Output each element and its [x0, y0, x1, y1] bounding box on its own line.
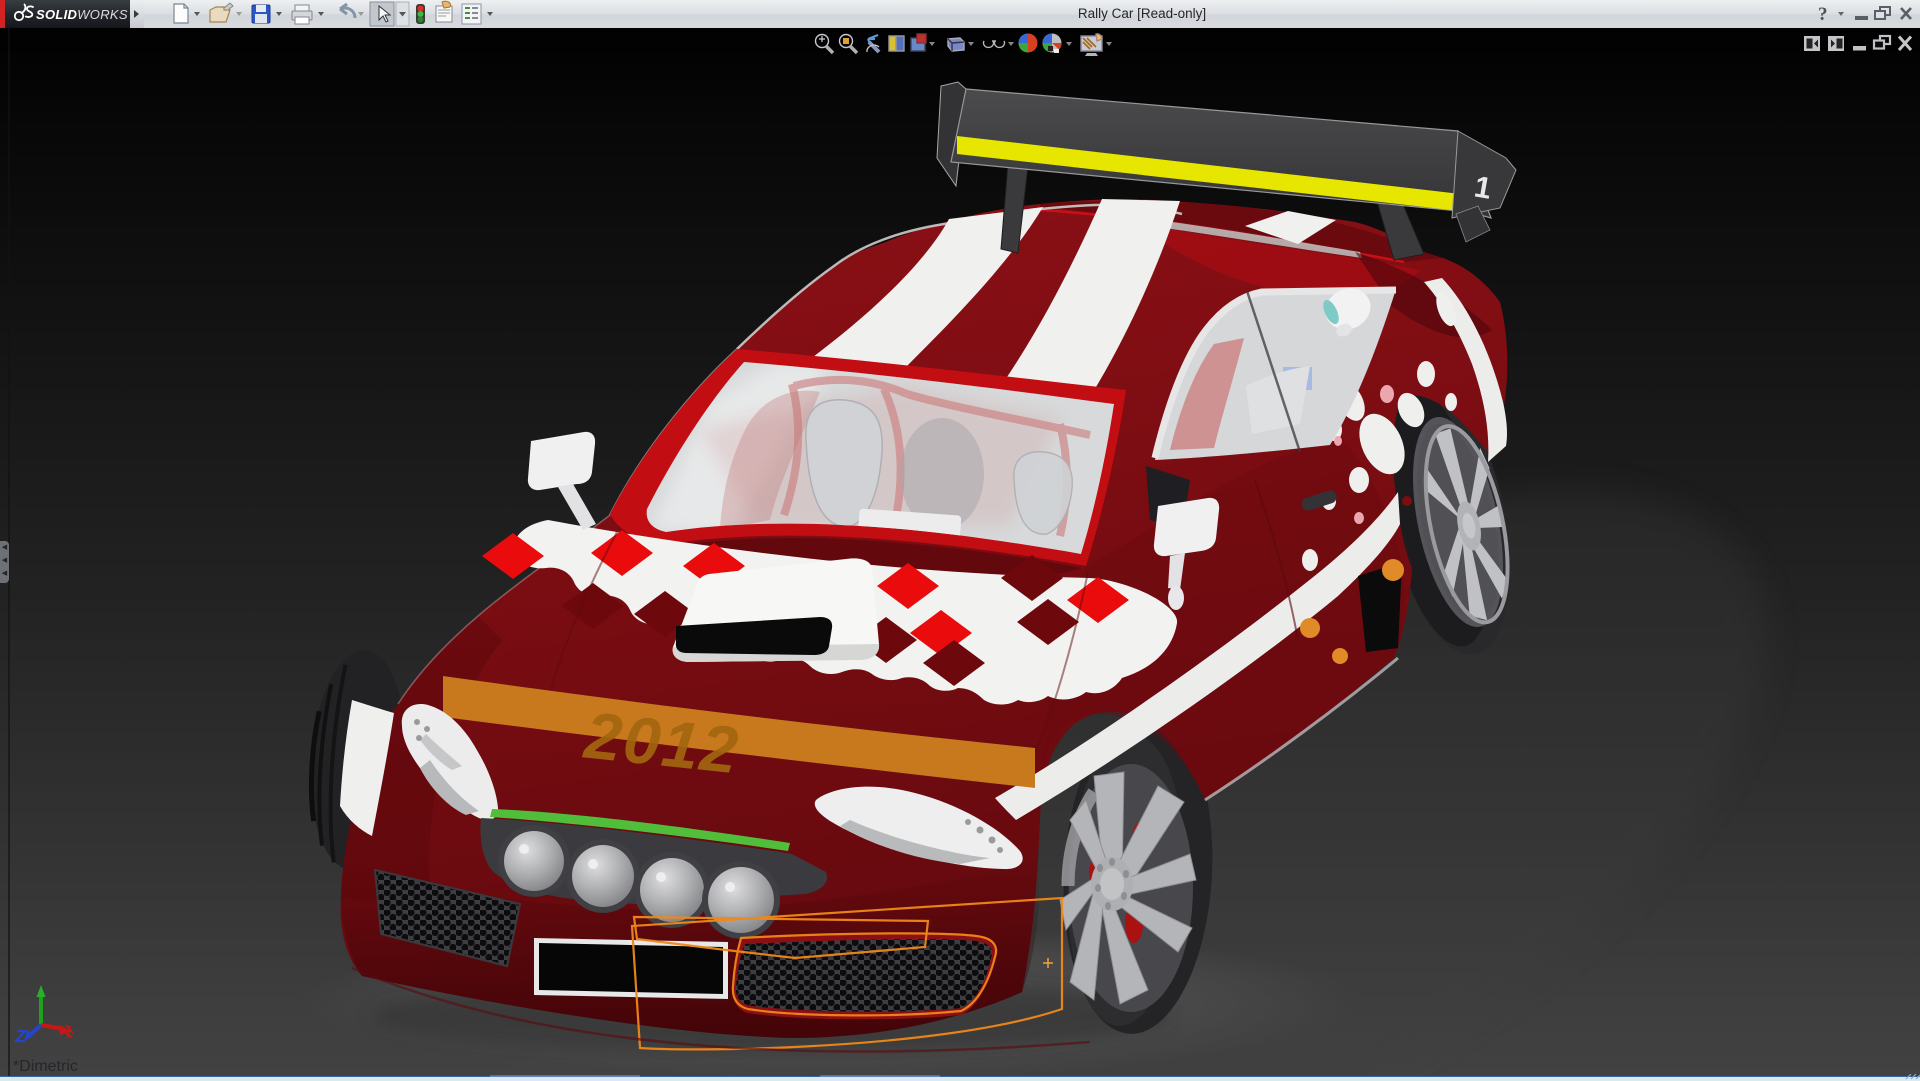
svg-text:?: ?: [1818, 4, 1828, 25]
